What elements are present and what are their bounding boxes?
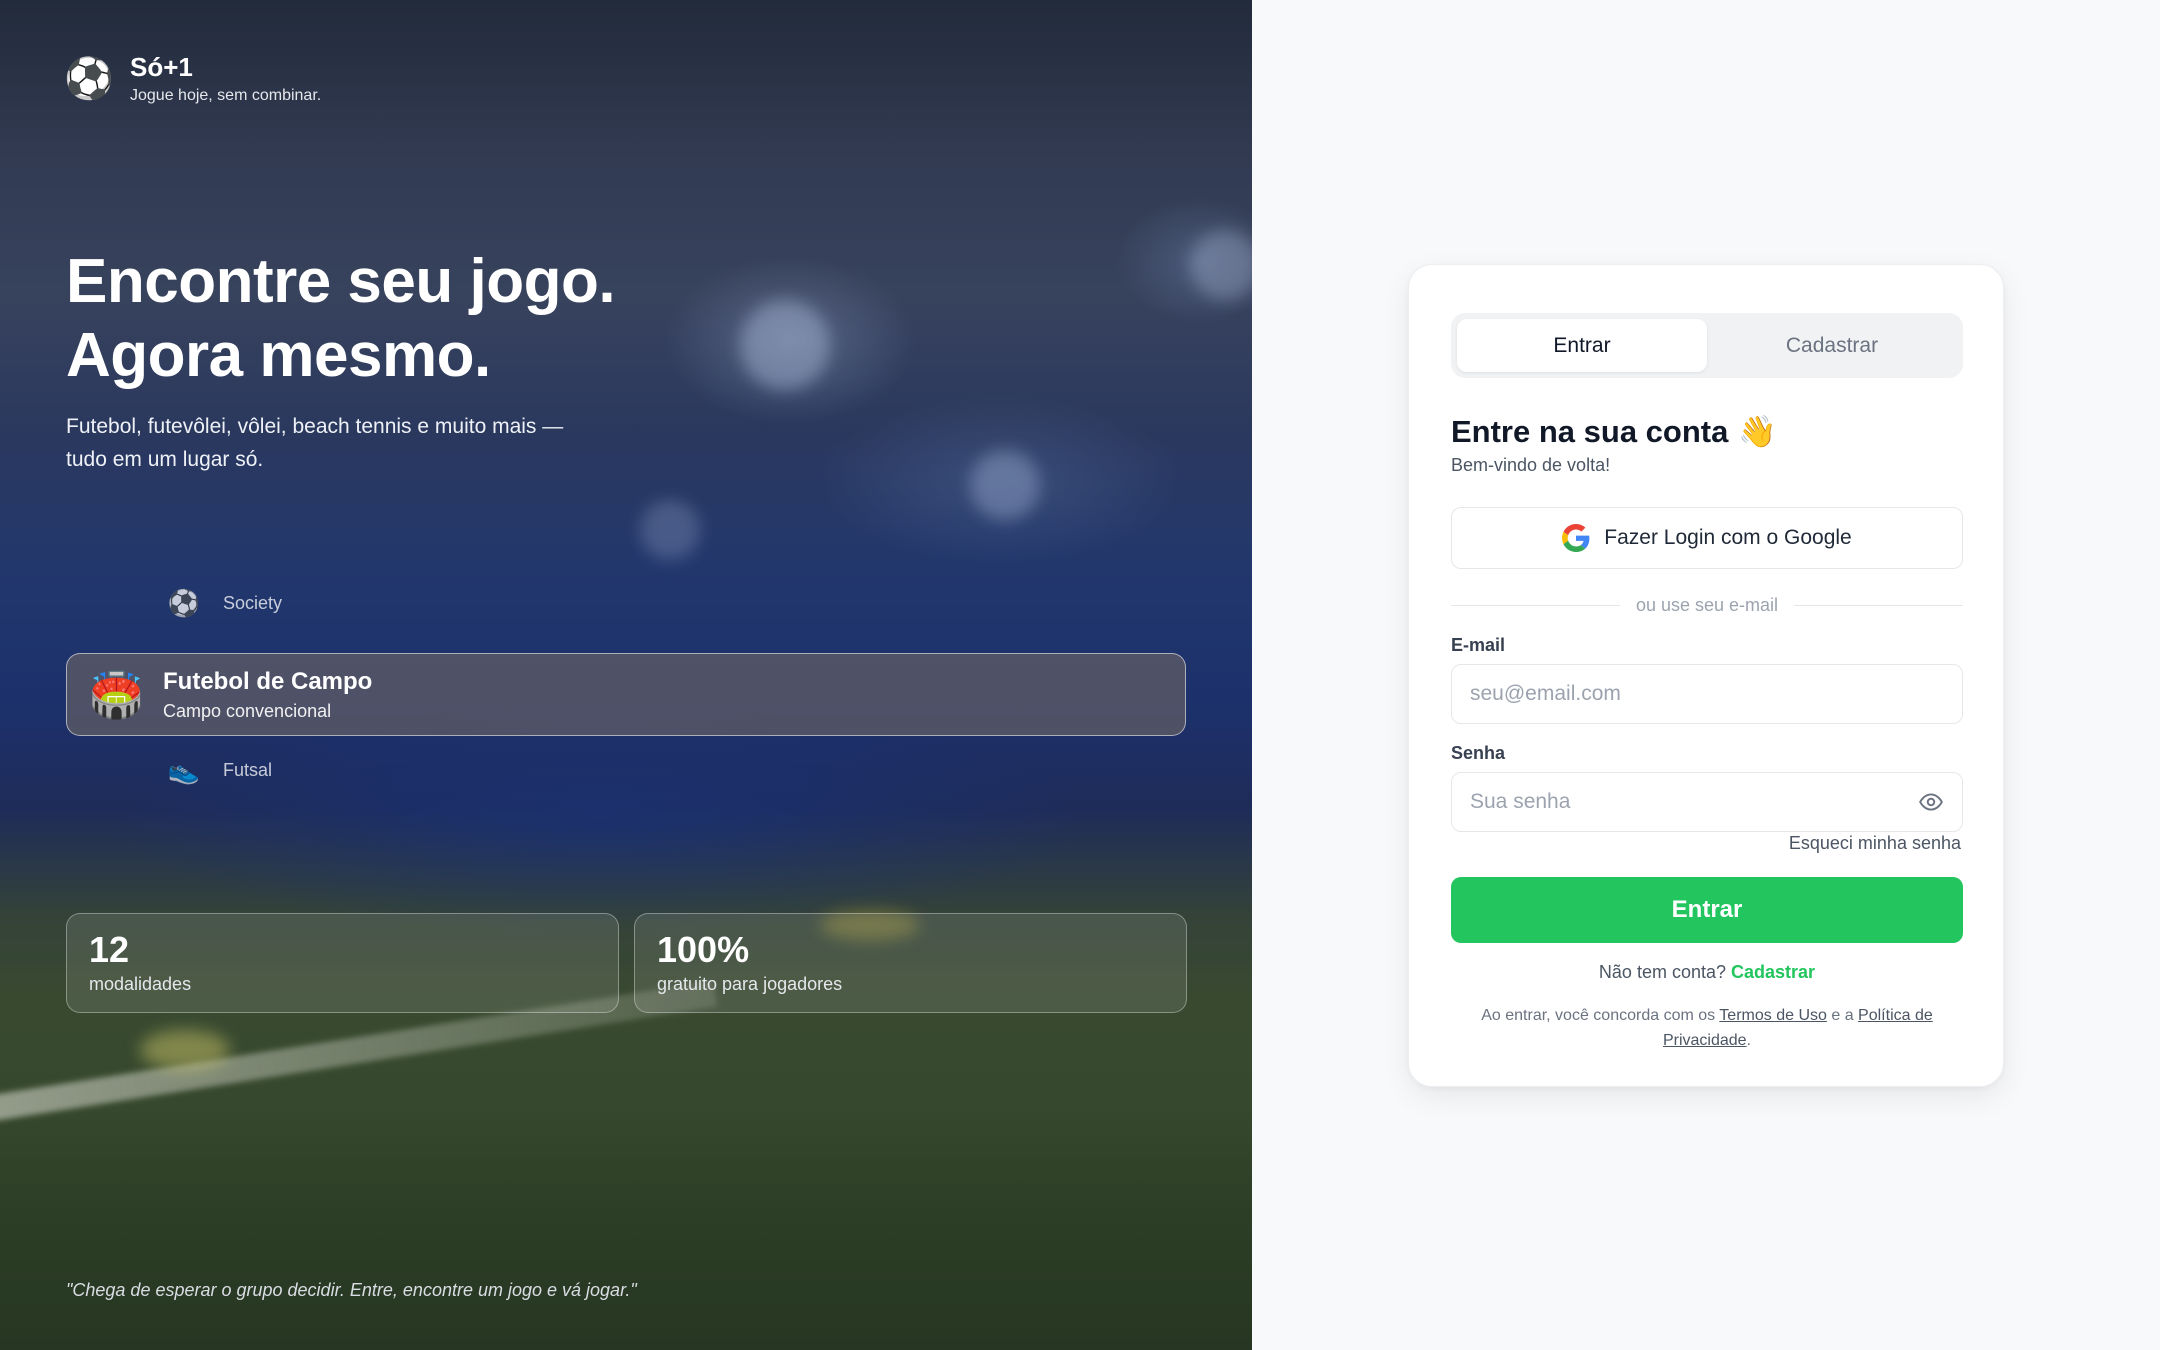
sport-label: Futsal: [223, 760, 273, 780]
hero-headline: Encontre seu jogo. Agora mesmo.: [66, 245, 616, 393]
email-field[interactable]: [1470, 682, 1944, 706]
hero-headline-line2: Agora mesmo.: [66, 321, 491, 390]
google-button-label: Fazer Login com o Google: [1604, 526, 1852, 549]
turf-highlight-decoration: [140, 1030, 230, 1070]
stat-card-modalidades: 12 modalidades: [66, 913, 619, 1013]
stadium-icon: 🏟️: [89, 670, 144, 720]
hero-headline-line1: Encontre seu jogo.: [66, 247, 616, 316]
eye-icon[interactable]: [1918, 789, 1944, 815]
card-title: Entre na sua conta 👋: [1451, 413, 1777, 450]
terms-middle: e a: [1831, 1007, 1854, 1024]
sport-item-futsal[interactable]: 👟 Futsal: [167, 755, 272, 786]
tab-cadastrar[interactable]: Cadastrar: [1707, 319, 1957, 372]
password-field[interactable]: [1470, 790, 1918, 814]
terms-of-use-link[interactable]: Termos de Uso: [1719, 1007, 1827, 1024]
signup-link[interactable]: Cadastrar: [1731, 962, 1815, 982]
stadium-light-decoration: [1190, 230, 1252, 300]
stadium-light-decoration: [970, 450, 1040, 520]
stat-value: 100%: [657, 929, 750, 970]
sport-item-futebol-de-campo[interactable]: 🏟️ Futebol de Campo Campo convencional: [66, 653, 1186, 736]
sport-label: Society: [223, 593, 283, 613]
stat-card-gratuito: 100% gratuito para jogadores: [634, 913, 1187, 1013]
google-icon: [1562, 524, 1590, 552]
divider: ou use seu e-mail: [1451, 595, 1964, 616]
brand-header: ⚽ Só+1 Jogue hoje, sem combinar.: [64, 52, 322, 105]
hero-panel: ⚽ Só+1 Jogue hoje, sem combinar. Encontr…: [0, 0, 1252, 1350]
terms-prefix: Ao entrar, você concorda com os: [1481, 1007, 1716, 1024]
password-field-container: [1451, 772, 1963, 832]
hero-subtitle: Futebol, futevôlei, vôlei, beach tennis …: [66, 415, 564, 471]
login-card: Entrar Cadastrar Entre na sua conta 👋 Be…: [1408, 264, 2004, 1087]
waving-hand-icon: 👋: [1738, 414, 1777, 449]
sport-item-society[interactable]: ⚽ Society: [167, 588, 282, 619]
stadium-light-decoration: [640, 500, 700, 560]
stat-label: modalidades: [89, 974, 192, 994]
stadium-light-decoration: [740, 300, 830, 390]
sport-subtitle: Campo convencional: [163, 700, 332, 721]
google-login-button[interactable]: Fazer Login com o Google: [1451, 507, 1963, 569]
brand-tagline: Jogue hoje, sem combinar.: [130, 87, 322, 104]
card-title-text: Entre na sua conta: [1451, 413, 1729, 449]
soccer-ball-icon: ⚽: [64, 56, 114, 101]
divider-line: [1794, 605, 1964, 606]
password-label: Senha: [1451, 743, 1506, 763]
terms-notice: Ao entrar, você concorda com os Termos d…: [1451, 1003, 1963, 1053]
hero-quote: "Chega de esperar o grupo decidir. Entre…: [66, 1280, 637, 1300]
sneaker-icon: 👟: [167, 755, 201, 785]
auth-tabs: Entrar Cadastrar: [1451, 313, 1963, 378]
card-subtitle: Bem-vindo de volta!: [1451, 455, 1611, 475]
no-account-text: Não tem conta?: [1598, 962, 1726, 982]
signup-prompt: Não tem conta? Cadastrar: [1451, 962, 1963, 983]
terms-suffix: .: [1746, 1032, 1752, 1049]
divider-line: [1451, 605, 1620, 606]
divider-text: ou use seu e-mail: [1635, 595, 1779, 615]
email-field-container: [1451, 664, 1963, 724]
login-submit-button[interactable]: Entrar: [1451, 877, 1963, 943]
soccer-ball-icon: ⚽: [167, 588, 201, 618]
stat-value: 12: [89, 929, 130, 970]
email-label: E-mail: [1451, 635, 1506, 655]
brand-name: Só+1: [130, 52, 193, 82]
forgot-password-link[interactable]: Esqueci minha senha: [1789, 833, 1961, 854]
sport-title: Futebol de Campo: [163, 667, 373, 695]
stat-label: gratuito para jogadores: [657, 974, 843, 994]
tab-entrar[interactable]: Entrar: [1457, 319, 1707, 372]
